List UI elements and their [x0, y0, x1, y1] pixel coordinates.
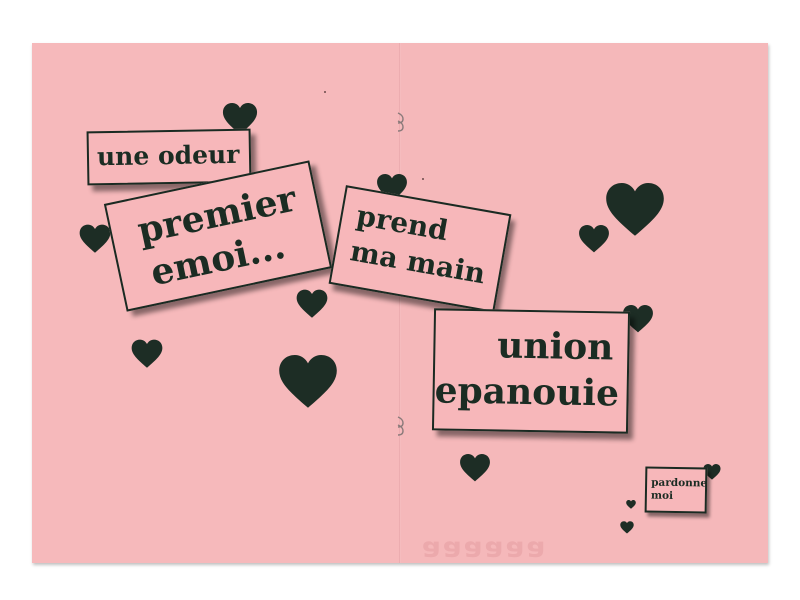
heart-icon: [459, 454, 491, 482]
heart-icon: [278, 355, 338, 409]
show-through-text: aaaaaa: [422, 535, 548, 568]
card-text: pardonne: [651, 476, 708, 490]
staple-icon: [397, 416, 404, 436]
heart-icon: [79, 224, 111, 254]
heart-icon: [578, 225, 610, 253]
speck: [324, 91, 326, 93]
card-text: une odeur: [96, 139, 240, 172]
heart-icon: [605, 183, 665, 237]
heart-icon: [626, 500, 636, 509]
card-text: epanouie: [434, 369, 620, 415]
heart-icon: [131, 339, 163, 369]
card-text: union: [496, 324, 614, 369]
staple-icon: [397, 112, 404, 132]
heart-icon: [620, 521, 634, 534]
speck: [422, 178, 424, 180]
card-pardonne-moi: pardonne moi: [644, 466, 708, 514]
card-union-epanouie: union epanouie: [431, 308, 631, 434]
heart-icon: [296, 289, 328, 319]
card-text: moi: [650, 489, 674, 502]
left-page: [32, 43, 400, 563]
